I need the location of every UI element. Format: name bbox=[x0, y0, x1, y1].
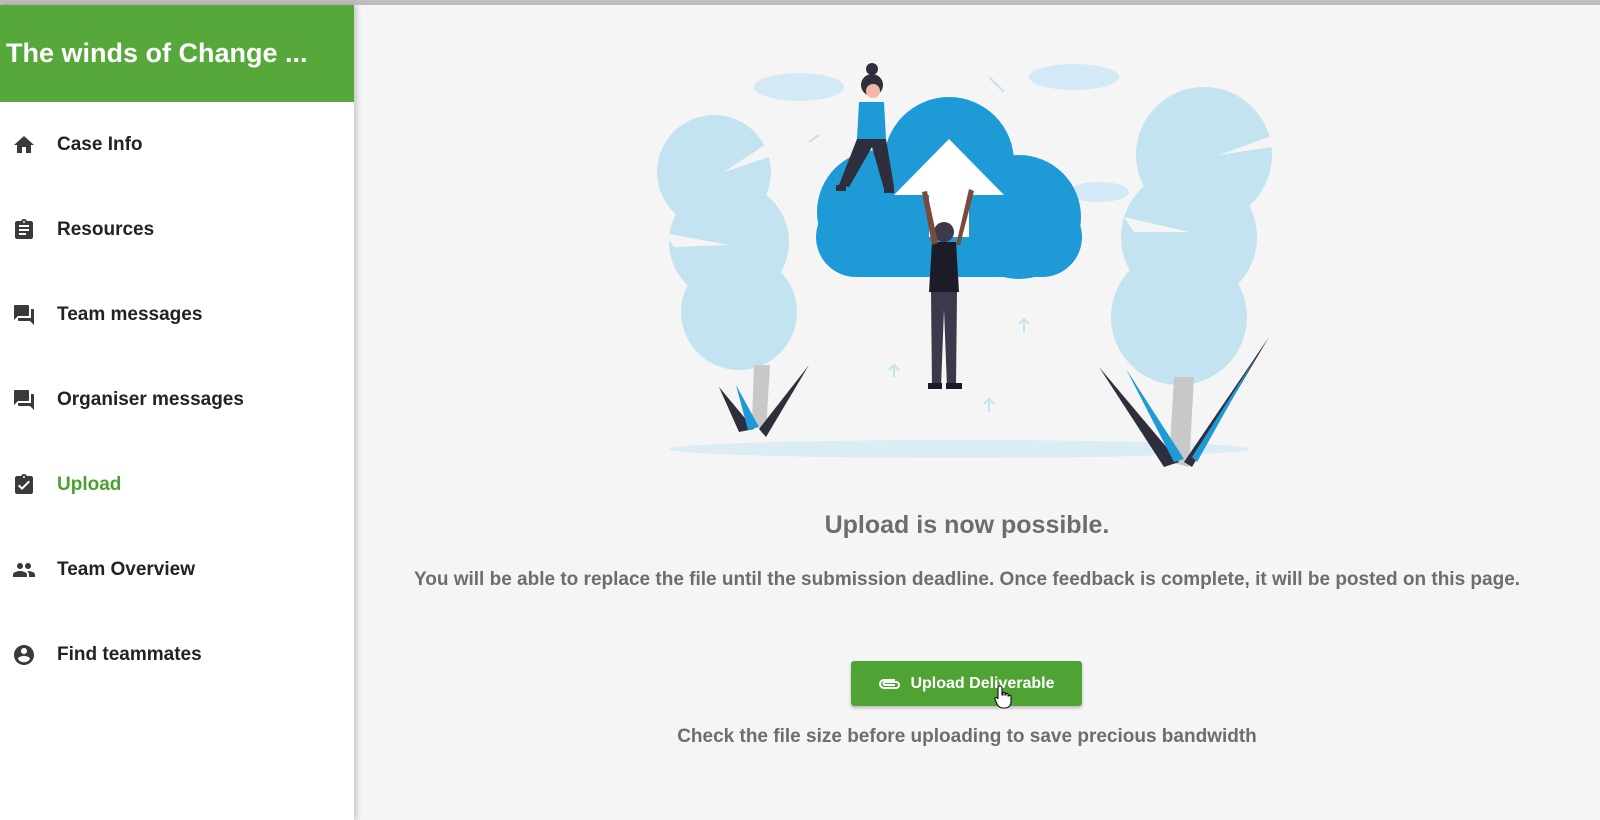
assignment-check-icon bbox=[11, 472, 37, 498]
forum-icon bbox=[11, 387, 37, 413]
sidebar-item-label: Team Overview bbox=[57, 558, 196, 580]
upload-description: You will be able to replace the file unt… bbox=[413, 569, 1521, 590]
main-content: Upload is now possible. You will be able… bbox=[354, 5, 1600, 820]
clipboard-icon bbox=[11, 217, 37, 243]
sidebar-item-label: Find teammates bbox=[57, 643, 202, 665]
sidebar-item-label: Resources bbox=[57, 218, 155, 240]
sidebar-nav: Case Info Resources Team messages Organi… bbox=[0, 102, 354, 697]
sidebar-item-label: Team messages bbox=[57, 303, 203, 325]
case-title: The winds of Change ... bbox=[0, 5, 354, 102]
attachment-icon bbox=[879, 678, 901, 689]
sidebar-item-label: Case Info bbox=[57, 133, 143, 155]
upload-deliverable-label: Upload Deliverable bbox=[910, 674, 1055, 692]
upload-heading: Upload is now possible. bbox=[824, 511, 1110, 539]
sidebar-item-label: Organiser messages bbox=[57, 388, 244, 410]
file-size-hint: Check the file size before uploading to … bbox=[677, 726, 1257, 747]
sidebar-item-organiser-messages[interactable]: Organiser messages bbox=[0, 357, 354, 442]
sidebar-item-find-teammates[interactable]: Find teammates bbox=[0, 612, 354, 697]
account-circle-icon bbox=[11, 642, 37, 668]
sidebar-item-upload[interactable]: Upload bbox=[0, 442, 354, 527]
upload-deliverable-button[interactable]: Upload Deliverable bbox=[851, 661, 1082, 706]
forum-icon bbox=[11, 302, 37, 328]
sidebar-item-team-messages[interactable]: Team messages bbox=[0, 272, 354, 357]
sidebar-item-case-info[interactable]: Case Info bbox=[0, 102, 354, 187]
people-icon bbox=[11, 557, 37, 583]
hand-cursor-icon bbox=[994, 685, 1012, 709]
sidebar-item-label: Upload bbox=[57, 473, 122, 495]
sidebar: The winds of Change ... Case Info Resour… bbox=[0, 5, 354, 820]
sidebar-item-resources[interactable]: Resources bbox=[0, 187, 354, 272]
cloud-upload-illustration bbox=[657, 63, 1274, 467]
home-icon bbox=[11, 132, 37, 158]
sidebar-item-team-overview[interactable]: Team Overview bbox=[0, 527, 354, 612]
